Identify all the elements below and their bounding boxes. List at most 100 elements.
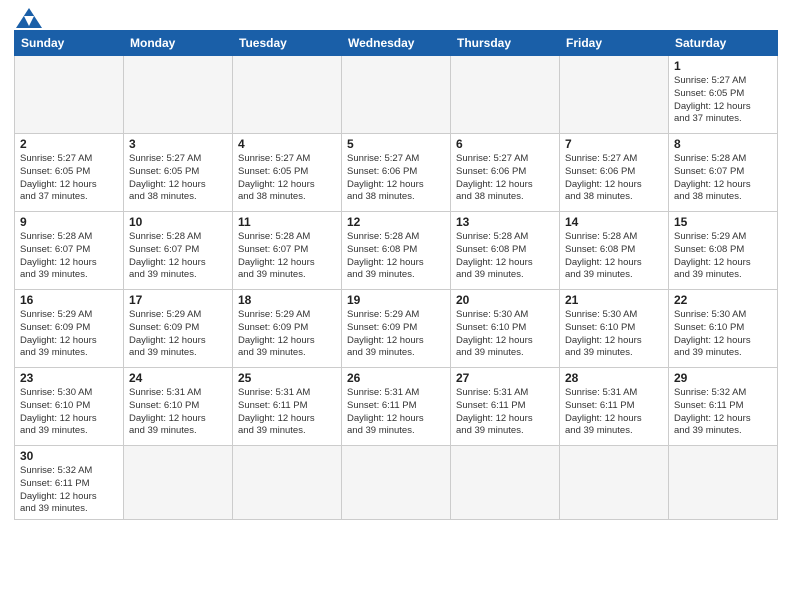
day-info: Sunrise: 5:27 AM Sunset: 6:05 PM Dayligh… <box>129 153 227 204</box>
calendar-cell: 2 Sunrise: 5:27 AM Sunset: 6:05 PM Daylig… <box>15 134 124 212</box>
calendar-cell: 21Sunrise: 5:30 AM Sunset: 6:10 PM Dayli… <box>560 290 669 368</box>
day-info: Sunrise: 5:28 AM Sunset: 6:07 PM Dayligh… <box>129 231 227 282</box>
calendar-cell <box>342 446 451 520</box>
calendar-cell: 6 Sunrise: 5:27 AM Sunset: 6:06 PM Daylig… <box>451 134 560 212</box>
day-info: Sunrise: 5:27 AM Sunset: 6:05 PM Dayligh… <box>20 153 118 204</box>
col-header-thursday: Thursday <box>451 31 560 56</box>
day-number: 22 <box>674 293 772 307</box>
calendar-cell: 17 Sunrise: 5:29 AM Sunset: 6:09 PM Dayli… <box>124 290 233 368</box>
day-number: 21 <box>565 293 663 307</box>
day-number: 5 <box>347 137 445 151</box>
day-number: 18 <box>238 293 336 307</box>
calendar-cell: 7 Sunrise: 5:27 AM Sunset: 6:06 PM Daylig… <box>560 134 669 212</box>
day-number: 28 <box>565 371 663 385</box>
day-info: Sunrise: 5:28 AM Sunset: 6:07 PM Dayligh… <box>238 231 336 282</box>
day-number: 12 <box>347 215 445 229</box>
calendar-cell: 15 Sunrise: 5:29 AM Sunset: 6:08 PM Dayli… <box>669 212 778 290</box>
calendar-cell: 10 Sunrise: 5:28 AM Sunset: 6:07 PM Dayli… <box>124 212 233 290</box>
col-header-monday: Monday <box>124 31 233 56</box>
col-header-wednesday: Wednesday <box>342 31 451 56</box>
day-number: 3 <box>129 137 227 151</box>
calendar-cell: 18 Sunrise: 5:29 AM Sunset: 6:09 PM Dayli… <box>233 290 342 368</box>
day-number: 2 <box>20 137 118 151</box>
calendar-cell <box>15 56 124 134</box>
day-number: 19 <box>347 293 445 307</box>
day-info: Sunrise: 5:27 AM Sunset: 6:06 PM Dayligh… <box>456 153 554 204</box>
day-info: Sunrise: 5:27 AM Sunset: 6:05 PM Dayligh… <box>674 75 772 126</box>
calendar-cell <box>233 56 342 134</box>
col-header-tuesday: Tuesday <box>233 31 342 56</box>
day-info: Sunrise: 5:28 AM Sunset: 6:08 PM Dayligh… <box>347 231 445 282</box>
calendar-cell <box>342 56 451 134</box>
calendar-cell: 27 Sunrise: 5:31 AM Sunset: 6:11 PM Dayli… <box>451 368 560 446</box>
calendar-cell <box>451 56 560 134</box>
day-info: Sunrise: 5:29 AM Sunset: 6:09 PM Dayligh… <box>238 309 336 360</box>
calendar-cell: 13Sunrise: 5:28 AM Sunset: 6:08 PM Dayli… <box>451 212 560 290</box>
day-info: Sunrise: 5:29 AM Sunset: 6:09 PM Dayligh… <box>347 309 445 360</box>
day-number: 16 <box>20 293 118 307</box>
day-number: 15 <box>674 215 772 229</box>
calendar-cell: 9 Sunrise: 5:28 AM Sunset: 6:07 PM Daylig… <box>15 212 124 290</box>
day-info: Sunrise: 5:29 AM Sunset: 6:09 PM Dayligh… <box>20 309 118 360</box>
calendar-week-3: 16 Sunrise: 5:29 AM Sunset: 6:09 PM Dayli… <box>15 290 778 368</box>
day-number: 4 <box>238 137 336 151</box>
calendar-cell <box>124 56 233 134</box>
calendar-cell: 3 Sunrise: 5:27 AM Sunset: 6:05 PM Daylig… <box>124 134 233 212</box>
header <box>14 10 778 24</box>
calendar-week-0: 1Sunrise: 5:27 AM Sunset: 6:05 PM Daylig… <box>15 56 778 134</box>
calendar-cell: 24 Sunrise: 5:31 AM Sunset: 6:10 PM Dayli… <box>124 368 233 446</box>
day-info: Sunrise: 5:27 AM Sunset: 6:06 PM Dayligh… <box>347 153 445 204</box>
day-info: Sunrise: 5:30 AM Sunset: 6:10 PM Dayligh… <box>20 387 118 438</box>
day-info: Sunrise: 5:30 AM Sunset: 6:10 PM Dayligh… <box>674 309 772 360</box>
day-number: 7 <box>565 137 663 151</box>
col-header-saturday: Saturday <box>669 31 778 56</box>
day-info: Sunrise: 5:29 AM Sunset: 6:08 PM Dayligh… <box>674 231 772 282</box>
calendar-cell: 5 Sunrise: 5:27 AM Sunset: 6:06 PM Daylig… <box>342 134 451 212</box>
day-number: 8 <box>674 137 772 151</box>
day-info: Sunrise: 5:27 AM Sunset: 6:06 PM Dayligh… <box>565 153 663 204</box>
calendar-table: SundayMondayTuesdayWednesdayThursdayFrid… <box>14 30 778 520</box>
calendar-week-5: 30Sunrise: 5:32 AM Sunset: 6:11 PM Dayli… <box>15 446 778 520</box>
calendar-cell: 23Sunrise: 5:30 AM Sunset: 6:10 PM Dayli… <box>15 368 124 446</box>
day-info: Sunrise: 5:31 AM Sunset: 6:11 PM Dayligh… <box>565 387 663 438</box>
calendar-cell: 28 Sunrise: 5:31 AM Sunset: 6:11 PM Dayli… <box>560 368 669 446</box>
day-number: 6 <box>456 137 554 151</box>
calendar-cell: 16 Sunrise: 5:29 AM Sunset: 6:09 PM Dayli… <box>15 290 124 368</box>
calendar-week-4: 23Sunrise: 5:30 AM Sunset: 6:10 PM Dayli… <box>15 368 778 446</box>
day-info: Sunrise: 5:31 AM Sunset: 6:11 PM Dayligh… <box>456 387 554 438</box>
day-info: Sunrise: 5:30 AM Sunset: 6:10 PM Dayligh… <box>456 309 554 360</box>
day-number: 17 <box>129 293 227 307</box>
logo <box>14 10 42 24</box>
calendar-cell: 1Sunrise: 5:27 AM Sunset: 6:05 PM Daylig… <box>669 56 778 134</box>
calendar-cell <box>124 446 233 520</box>
day-number: 29 <box>674 371 772 385</box>
day-info: Sunrise: 5:29 AM Sunset: 6:09 PM Dayligh… <box>129 309 227 360</box>
col-header-sunday: Sunday <box>15 31 124 56</box>
day-number: 20 <box>456 293 554 307</box>
day-info: Sunrise: 5:31 AM Sunset: 6:11 PM Dayligh… <box>238 387 336 438</box>
day-info: Sunrise: 5:32 AM Sunset: 6:11 PM Dayligh… <box>674 387 772 438</box>
calendar-cell: 20 Sunrise: 5:30 AM Sunset: 6:10 PM Dayli… <box>451 290 560 368</box>
logo-icon <box>16 8 42 28</box>
day-number: 26 <box>347 371 445 385</box>
calendar-week-2: 9 Sunrise: 5:28 AM Sunset: 6:07 PM Daylig… <box>15 212 778 290</box>
col-header-friday: Friday <box>560 31 669 56</box>
day-number: 13 <box>456 215 554 229</box>
calendar-cell: 19 Sunrise: 5:29 AM Sunset: 6:09 PM Dayli… <box>342 290 451 368</box>
calendar-cell: 12 Sunrise: 5:28 AM Sunset: 6:08 PM Dayli… <box>342 212 451 290</box>
calendar-cell: 25 Sunrise: 5:31 AM Sunset: 6:11 PM Dayli… <box>233 368 342 446</box>
day-number: 24 <box>129 371 227 385</box>
calendar-cell <box>451 446 560 520</box>
day-info: Sunrise: 5:31 AM Sunset: 6:10 PM Dayligh… <box>129 387 227 438</box>
day-info: Sunrise: 5:27 AM Sunset: 6:05 PM Dayligh… <box>238 153 336 204</box>
calendar-cell: 22 Sunrise: 5:30 AM Sunset: 6:10 PM Dayli… <box>669 290 778 368</box>
day-info: Sunrise: 5:28 AM Sunset: 6:07 PM Dayligh… <box>20 231 118 282</box>
calendar-cell: 8Sunrise: 5:28 AM Sunset: 6:07 PM Daylig… <box>669 134 778 212</box>
day-number: 25 <box>238 371 336 385</box>
day-number: 10 <box>129 215 227 229</box>
day-number: 14 <box>565 215 663 229</box>
calendar-cell: 11 Sunrise: 5:28 AM Sunset: 6:07 PM Dayli… <box>233 212 342 290</box>
day-number: 9 <box>20 215 118 229</box>
day-number: 27 <box>456 371 554 385</box>
day-number: 11 <box>238 215 336 229</box>
